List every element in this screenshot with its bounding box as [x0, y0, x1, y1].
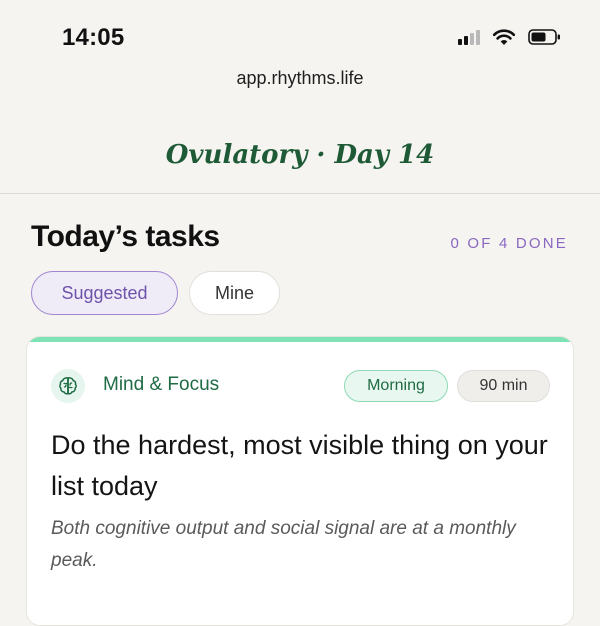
task-title: Do the hardest, most visible thing on yo… [51, 430, 548, 501]
browser-url[interactable]: app.rhythms.life [0, 68, 600, 89]
status-bar: 14:05 [0, 0, 600, 70]
task-card[interactable]: Mind & Focus Morning 90 min Do the harde… [26, 336, 574, 626]
cellular-signal-icon [458, 29, 480, 45]
wifi-icon [492, 29, 516, 45]
status-icons [458, 28, 562, 46]
category-label: Mind & Focus [103, 374, 220, 395]
tasks-heading: Today’s tasks [31, 220, 220, 253]
card-accent-bar [27, 337, 573, 342]
task-description: Both cognitive output and social signal … [51, 518, 516, 571]
status-time: 14:05 [62, 24, 125, 51]
duration-badge: 90 min [457, 370, 550, 402]
time-of-day-badge: Morning [344, 370, 448, 402]
battery-icon [528, 29, 560, 45]
cycle-phase-title: Ovulatory · Day 14 [165, 140, 435, 170]
header-divider [0, 193, 600, 194]
tab-suggested[interactable]: Suggested [31, 271, 178, 315]
tasks-progress: 0 OF 4 DONE [450, 235, 568, 252]
brain-icon [51, 369, 85, 403]
tab-mine[interactable]: Mine [189, 271, 280, 315]
